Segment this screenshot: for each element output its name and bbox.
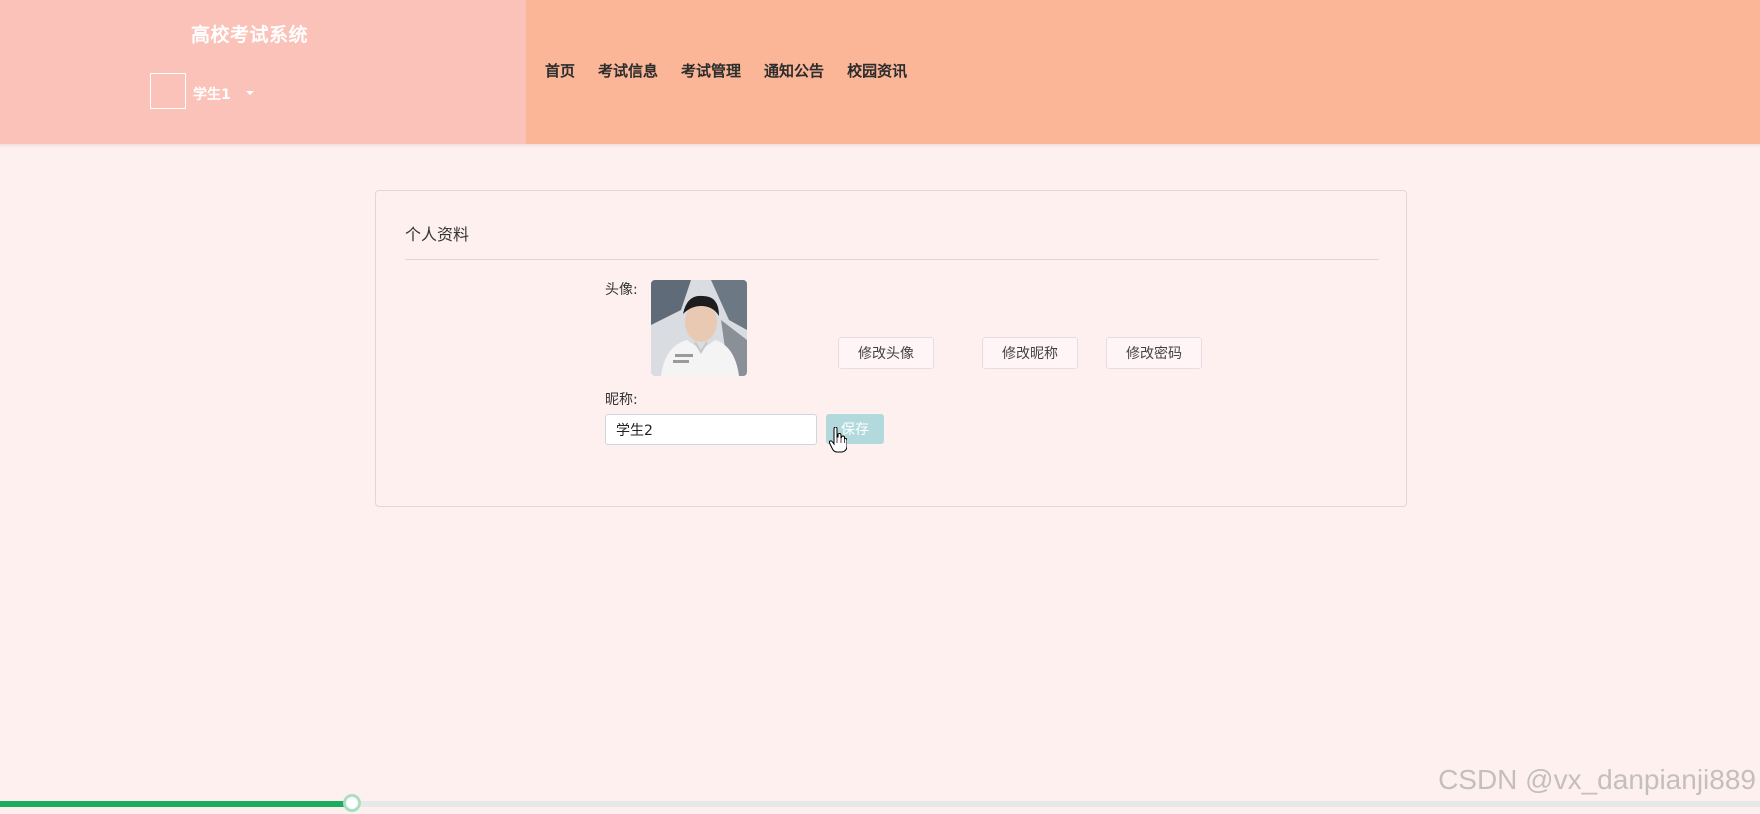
watermark: CSDN @vx_danpianji889 <box>1438 764 1756 795</box>
header-shadow <box>0 144 1760 148</box>
card-divider <box>405 259 1379 260</box>
change-nickname-button[interactable]: 修改昵称 <box>982 337 1078 369</box>
avatar-photo <box>651 280 747 376</box>
nav-item-home[interactable]: 首页 <box>545 60 575 81</box>
nav-item-notice[interactable]: 通知公告 <box>764 60 824 81</box>
card-title: 个人资料 <box>405 225 470 244</box>
hand-pointer-cursor-icon <box>829 427 847 453</box>
site-title: 高校考试系统 <box>191 24 309 46</box>
user-avatar[interactable] <box>150 73 186 109</box>
change-password-button[interactable]: 修改密码 <box>1106 337 1202 369</box>
nav-item-campus-news[interactable]: 校园资讯 <box>847 60 907 81</box>
caret-down-icon[interactable] <box>246 91 254 95</box>
user-name[interactable]: 学生1 <box>193 84 231 104</box>
avatar-label: 头像: <box>605 282 638 298</box>
video-progress-fill <box>0 801 352 807</box>
nickname-label: 昵称: <box>605 392 638 408</box>
main-nav: 首页 考试信息 考试管理 通知公告 校园资讯 <box>545 60 907 81</box>
nickname-input[interactable] <box>605 414 817 445</box>
nav-item-exam-manage[interactable]: 考试管理 <box>681 60 741 81</box>
video-progress-handle[interactable] <box>343 794 361 812</box>
change-avatar-button[interactable]: 修改头像 <box>838 337 934 369</box>
avatar-photo-image <box>651 280 747 376</box>
nav-item-exam-info[interactable]: 考试信息 <box>598 60 658 81</box>
profile-card: 个人资料 头像: 修改头像 修改昵称 修改密码 昵称: 保存 <box>375 190 1407 507</box>
